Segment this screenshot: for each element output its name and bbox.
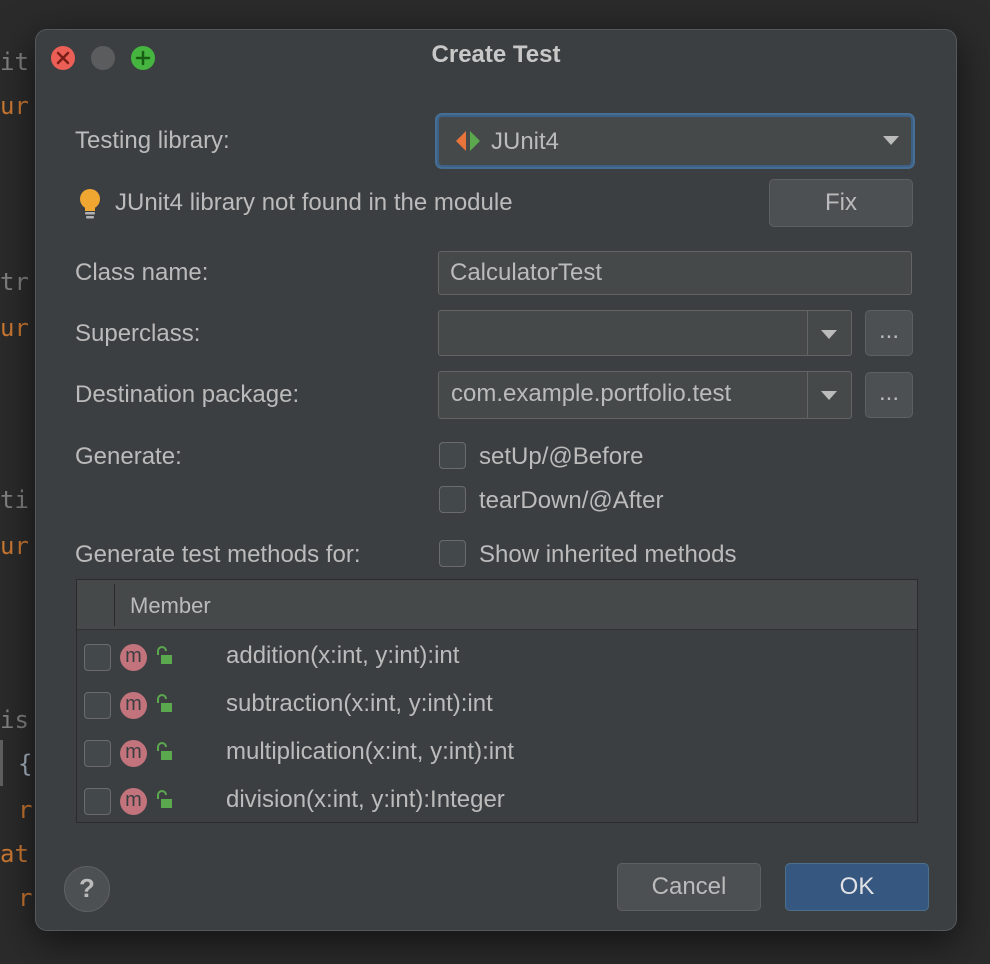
editor-fragment: { [18,750,33,778]
destination-package-browse-button[interactable]: ... [865,372,913,418]
table-row[interactable]: m multiplication(x:int, y:int):int [77,728,917,776]
unlocked-icon [157,742,172,760]
ok-button[interactable]: OK [785,863,929,911]
editor-fragment: r [18,796,33,824]
member-signature: division(x:int, y:int):Integer [226,786,505,813]
superclass-combo[interactable] [438,310,852,356]
superclass-label: Superclass: [75,320,201,347]
editor-fragment: ur [0,314,29,342]
table-row[interactable]: m division(x:int, y:int):Integer [77,776,917,824]
editor-fragment: ur [0,92,29,120]
member-checkbox[interactable] [84,740,111,767]
setup-before-label[interactable]: setUp/@Before [479,443,643,471]
chevron-down-icon[interactable] [821,391,837,400]
destination-package-label: Destination package: [75,381,300,408]
teardown-after-checkbox[interactable] [439,486,466,513]
method-icon: m [120,644,147,671]
testing-library-value: JUnit4 [491,128,560,155]
member-signature: subtraction(x:int, y:int):int [226,690,493,717]
destination-package-combo[interactable]: com.example.portfolio.test [438,371,852,419]
show-inherited-checkbox[interactable] [439,540,466,567]
editor-gutter-marker [0,740,3,786]
member-signature: addition(x:int, y:int):int [226,642,460,669]
member-checkbox[interactable] [84,644,111,671]
superclass-browse-button[interactable]: ... [865,310,913,356]
chevron-down-icon[interactable] [821,330,837,339]
member-column-header[interactable]: Member [130,593,211,619]
editor-fragment: tr [0,268,29,296]
testing-library-dropdown[interactable]: JUnit4 [437,115,913,167]
generate-label: Generate: [75,443,182,470]
table-header: Member [77,580,917,630]
methods-for-label: Generate test methods for: [75,541,361,568]
editor-fragment: at [0,840,29,868]
class-name-label: Class name: [75,259,209,286]
member-checkbox[interactable] [84,788,111,815]
unlocked-icon [157,790,172,808]
class-name-input[interactable]: CalculatorTest [438,251,912,295]
method-icon: m [120,788,147,815]
editor-fragment: ti [0,486,29,514]
cancel-button[interactable]: Cancel [617,863,761,911]
destination-package-value: com.example.portfolio.test [451,380,732,407]
members-table: Member m addition(x:int, y:int):int m su… [76,579,918,823]
help-button[interactable]: ? [64,866,110,912]
fix-button[interactable]: Fix [769,179,913,227]
class-name-value: CalculatorTest [450,259,603,286]
editor-fragment: ur [0,532,29,560]
column-divider [114,584,115,626]
member-checkbox[interactable] [84,692,111,719]
combo-divider [807,372,808,418]
library-warning-text: JUnit4 library not found in the module [115,189,513,216]
unlocked-icon [157,646,172,664]
method-icon: m [120,740,147,767]
lightbulb-icon [80,189,100,219]
editor-fragment: r [18,884,33,912]
table-row[interactable]: m addition(x:int, y:int):int [77,632,917,680]
chevron-down-icon [883,136,899,145]
dialog-title: Create Test [431,41,561,68]
create-test-dialog: Create Test Testing library: JUnit4 JUni… [35,29,957,931]
editor-fragment: is [0,706,29,734]
table-row[interactable]: m subtraction(x:int, y:int):int [77,680,917,728]
setup-before-checkbox[interactable] [439,442,466,469]
title-bar: Create Test [36,30,956,82]
editor-fragment: it [0,48,29,76]
combo-divider [807,311,808,355]
method-icon: m [120,692,147,719]
teardown-after-label[interactable]: tearDown/@After [479,487,663,515]
show-inherited-label[interactable]: Show inherited methods [479,541,736,569]
member-signature: multiplication(x:int, y:int):int [226,738,515,765]
junit-icon [456,131,480,151]
testing-library-label: Testing library: [75,127,230,154]
unlocked-icon [157,694,172,712]
